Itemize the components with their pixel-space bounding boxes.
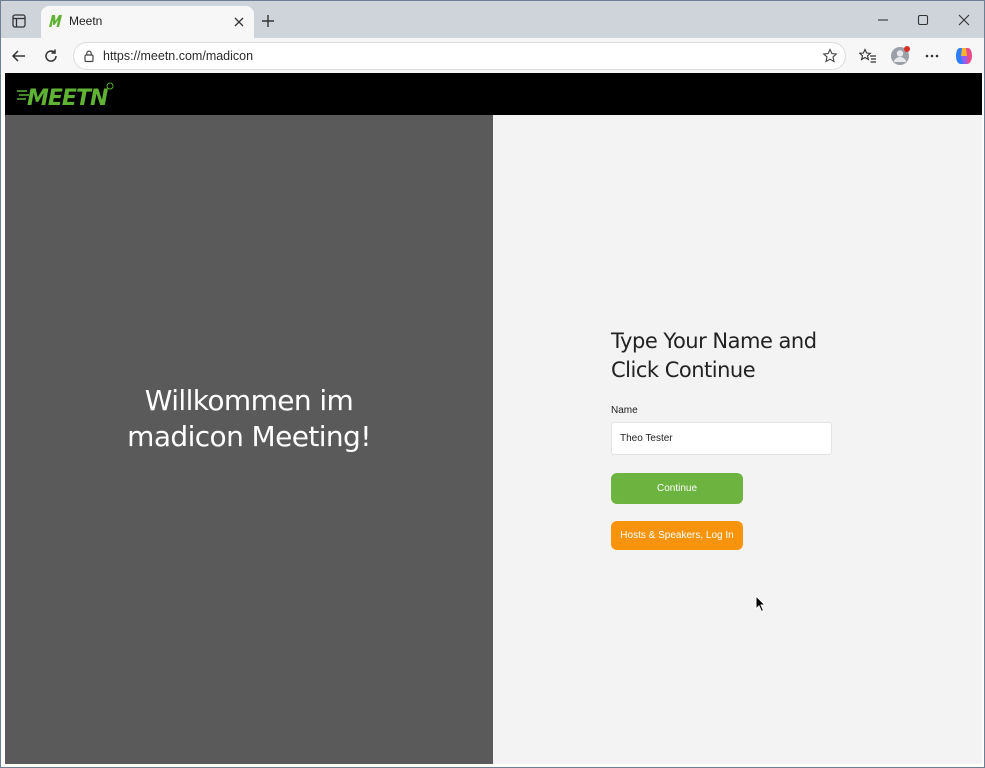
close-icon[interactable] (231, 14, 247, 30)
favorites-icon[interactable] (856, 44, 880, 68)
profile-icon[interactable] (888, 44, 912, 68)
welcome-panel: Willkommen im madicon Meeting! (5, 115, 493, 764)
minimize-icon[interactable] (868, 10, 898, 30)
name-input[interactable] (611, 422, 832, 455)
lock-icon[interactable] (82, 49, 96, 63)
site-header: MEETN (5, 73, 982, 115)
url-text[interactable]: https://meetn.com/madicon (103, 49, 253, 63)
maximize-icon[interactable] (908, 10, 938, 30)
mouse-cursor-icon (755, 594, 767, 613)
reload-icon[interactable] (39, 44, 63, 68)
logo-text: MEETN (27, 86, 108, 110)
address-bar[interactable]: https://meetn.com/madicon (73, 42, 846, 70)
join-form: Type Your Name and Click Continue Name C… (611, 327, 841, 550)
more-icon[interactable] (920, 44, 944, 68)
browser-toolbar: https://meetn.com/madicon (1, 38, 984, 73)
meetn-logo[interactable]: MEETN (17, 80, 117, 111)
tab-actions-icon[interactable] (8, 10, 30, 32)
join-panel: Type Your Name and Click Continue Name C… (493, 115, 982, 764)
welcome-text: Willkommen im madicon Meeting! (127, 384, 371, 453)
form-title: Type Your Name and Click Continue (611, 329, 817, 382)
name-label: Name (611, 405, 638, 416)
close-window-icon[interactable] (949, 10, 979, 30)
back-arrow-icon[interactable] (7, 44, 31, 68)
hosts-login-button[interactable]: Hosts & Speakers, Log In (611, 521, 743, 550)
star-icon[interactable] (822, 48, 838, 64)
continue-button[interactable]: Continue (611, 473, 743, 504)
tab-title: Meetn (69, 14, 103, 28)
plus-icon[interactable] (258, 11, 278, 31)
copilot-icon[interactable] (952, 44, 976, 68)
browser-tab[interactable]: Meetn (41, 6, 254, 38)
page-viewport: MEETN Willkommen im madicon Meeting! Typ… (5, 73, 982, 764)
tab-strip: Meetn (1, 1, 984, 38)
meetn-favicon (47, 13, 63, 29)
browser-window: Meetn https://meetn.com/madicon MEETN Wi… (0, 0, 985, 768)
